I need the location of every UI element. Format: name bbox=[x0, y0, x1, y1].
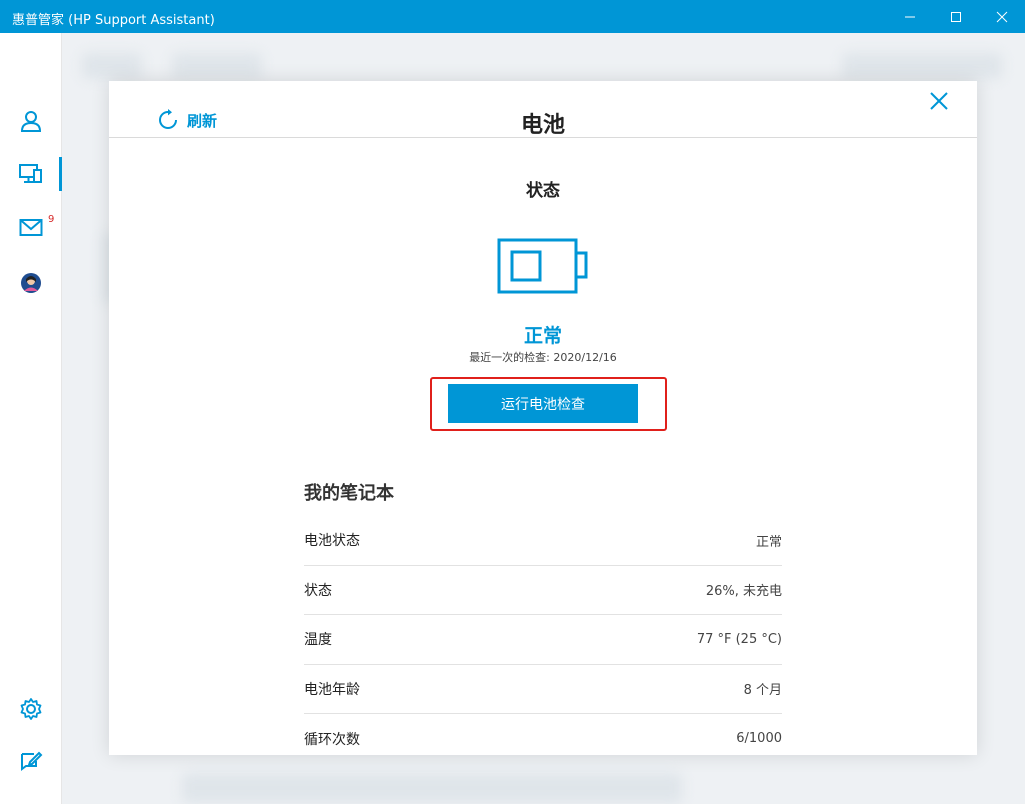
close-icon bbox=[930, 92, 948, 110]
close-window-button[interactable] bbox=[979, 0, 1025, 33]
row-label: 电池状态 bbox=[304, 533, 360, 550]
sidebar-item-account[interactable] bbox=[16, 106, 46, 136]
person-icon bbox=[20, 111, 42, 132]
sidebar-item-profile[interactable] bbox=[16, 268, 46, 298]
sidebar-item-feedback[interactable] bbox=[16, 746, 46, 776]
gear-icon bbox=[20, 698, 42, 720]
close-icon bbox=[996, 11, 1008, 22]
row-label: 循环次数 bbox=[304, 731, 360, 748]
window-title: 惠普管家 (HP Support Assistant) bbox=[12, 13, 215, 28]
section-title: 我的笔记本 bbox=[304, 483, 394, 504]
table-row: 状态 26%, 未充电 bbox=[304, 566, 782, 615]
feedback-icon bbox=[21, 751, 43, 771]
sidebar-item-devices[interactable] bbox=[16, 159, 46, 189]
battery-icon bbox=[497, 238, 589, 298]
run-battery-check-button[interactable]: 运行电池检查 bbox=[448, 384, 638, 423]
sidebar: 9 bbox=[0, 33, 63, 804]
battery-status-value: 正常 bbox=[523, 325, 562, 347]
avatar-icon bbox=[21, 273, 41, 293]
status-heading: 状态 bbox=[526, 181, 560, 201]
battery-info-table: 电池状态 正常 状态 26%, 未充电 温度 77 °F (25 °C) 电池年… bbox=[304, 516, 782, 755]
title-bar: 惠普管家 (HP Support Assistant) bbox=[0, 0, 1025, 33]
close-dialog-button[interactable] bbox=[927, 89, 951, 113]
dialog-title: 电池 bbox=[520, 113, 565, 138]
row-value: 8 个月 bbox=[743, 683, 782, 699]
last-check-date: 最近一次的检查: 2020/12/16 bbox=[469, 351, 617, 364]
minimize-button[interactable] bbox=[887, 0, 933, 33]
row-value: 26%, 未充电 bbox=[705, 584, 782, 600]
row-label: 温度 bbox=[304, 632, 332, 649]
row-value: 77 °F (25 °C) bbox=[696, 631, 782, 647]
sidebar-item-settings[interactable] bbox=[16, 694, 46, 724]
device-icon bbox=[19, 164, 42, 183]
table-row: 温度 77 °F (25 °C) bbox=[304, 615, 782, 665]
dialog-header: 刷新 电池 bbox=[109, 81, 977, 138]
row-value: 6/1000 bbox=[736, 731, 782, 747]
row-value: 正常 bbox=[755, 534, 782, 550]
table-row: 电池年龄 8 个月 bbox=[304, 665, 782, 714]
minimize-icon bbox=[905, 16, 915, 17]
message-count-badge: 9 bbox=[48, 214, 55, 225]
maximize-button[interactable] bbox=[933, 0, 979, 33]
table-row: 循环次数 6/1000 bbox=[304, 714, 782, 755]
sidebar-item-messages[interactable] bbox=[16, 213, 46, 243]
maximize-icon bbox=[951, 11, 961, 22]
table-row: 电池状态 正常 bbox=[304, 516, 782, 566]
row-label: 电池年龄 bbox=[304, 681, 360, 698]
mail-icon bbox=[19, 219, 43, 236]
battery-dialog: 刷新 电池 状态 正常 最近一次的检查: 2020/12/16 运行电池检查 我… bbox=[109, 81, 977, 755]
row-label: 状态 bbox=[304, 582, 332, 599]
